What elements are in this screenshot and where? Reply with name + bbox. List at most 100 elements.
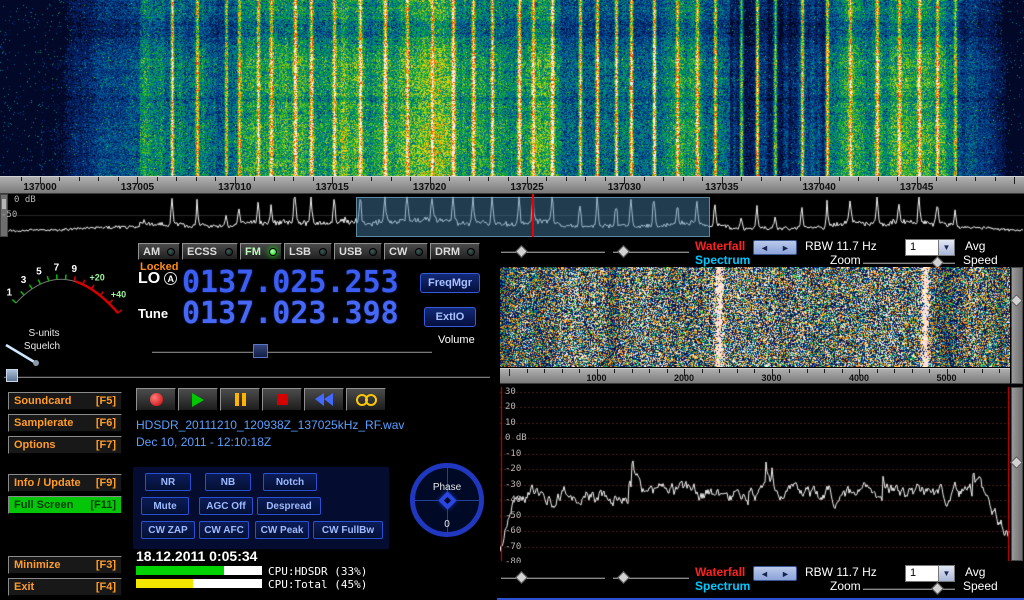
scale-tick bbox=[313, 177, 314, 181]
step-right-icon[interactable]: ► bbox=[781, 569, 790, 579]
db-label-20: 20 bbox=[505, 402, 516, 412]
rf-spectrum-display[interactable] bbox=[500, 387, 1010, 561]
playback-loop-button[interactable] bbox=[346, 388, 386, 411]
main-spectrum-display[interactable]: 0 dB -50 bbox=[0, 194, 1024, 237]
spectrum-gain-handle[interactable] bbox=[1010, 456, 1023, 469]
recording-date: Dec 10, 2011 - 12:10:18Z bbox=[136, 435, 271, 449]
mode-led-lsb bbox=[319, 248, 327, 256]
lo-frequency-value[interactable]: 0137.025.253 bbox=[182, 268, 399, 298]
dsp-button-agc-off[interactable]: AGC Off bbox=[199, 497, 253, 515]
waterfall-slider-a-bottom[interactable] bbox=[501, 576, 605, 579]
spectrum-scale-slider-handle[interactable] bbox=[2, 199, 6, 209]
menu-button-hotkey: [F4] bbox=[96, 581, 116, 593]
step-left-icon[interactable]: ◄ bbox=[760, 243, 769, 253]
rf-frequency-scale[interactable]: 10002000300040005000 bbox=[500, 368, 1010, 384]
freqmgr-button[interactable]: FreqMgr bbox=[420, 273, 480, 293]
main-frequency-scale[interactable]: 1370001370051370101370151370201370251370… bbox=[0, 176, 1024, 194]
squelch-label: Squelch bbox=[24, 341, 60, 352]
dsp-button-cw-afc[interactable]: CW AFC bbox=[199, 521, 249, 539]
waterfall-slider-b-bottom[interactable] bbox=[613, 576, 689, 579]
speed-slider-bottom[interactable] bbox=[863, 587, 955, 590]
playback-play-button[interactable] bbox=[178, 388, 218, 411]
waterfall-mode-top[interactable]: Waterfall bbox=[695, 240, 745, 253]
mode-button-usb[interactable]: USB bbox=[334, 243, 382, 260]
combo-arrow-icon[interactable]: ▼ bbox=[938, 240, 954, 255]
scale-tick bbox=[702, 177, 703, 181]
dsp-button-nr[interactable]: NR bbox=[145, 473, 191, 491]
step-right-icon[interactable]: ► bbox=[781, 243, 790, 253]
volume-slider[interactable] bbox=[152, 344, 432, 358]
step-left-icon[interactable]: ◄ bbox=[760, 569, 769, 579]
menu-button-samplerate[interactable]: Samplerate[F6] bbox=[8, 414, 122, 432]
scale-label-137040: 137040 bbox=[803, 182, 836, 193]
menu-button-options[interactable]: Options[F7] bbox=[8, 436, 122, 454]
main-waterfall-display[interactable] bbox=[0, 0, 1024, 176]
menu-button-exit[interactable]: Exit[F4] bbox=[8, 578, 122, 596]
squelch-slider-handle[interactable] bbox=[6, 369, 18, 382]
extio-button[interactable]: ExtIO bbox=[424, 307, 476, 327]
menu-button-soundcard[interactable]: Soundcard[F5] bbox=[8, 392, 122, 410]
waterfall-slider-a-bottom-handle[interactable] bbox=[515, 571, 528, 584]
mode-led-am bbox=[167, 248, 175, 256]
svg-text:5: 5 bbox=[36, 267, 42, 278]
db-label-30: 30 bbox=[505, 387, 516, 397]
waterfall-contrast-handle[interactable] bbox=[1010, 294, 1023, 307]
waterfall-slider-b-bottom-handle[interactable] bbox=[617, 571, 630, 584]
mode-button-fm[interactable]: FM bbox=[240, 243, 282, 260]
avg-select-top[interactable]: 1▼ bbox=[905, 239, 955, 256]
dsp-button-despread[interactable]: Despread bbox=[257, 497, 321, 515]
waterfall-slider-b-top-handle[interactable] bbox=[617, 245, 630, 258]
zoom-label-bottom: Zoom bbox=[830, 580, 861, 593]
dsp-button-cw-fullbw[interactable]: CW FullBw bbox=[313, 521, 383, 539]
scale-tick bbox=[391, 177, 392, 181]
tune-frequency-value[interactable]: 0137.023.398 bbox=[182, 299, 399, 329]
menu-button-minimize[interactable]: Minimize[F3] bbox=[8, 556, 122, 574]
menu-button-label: Full Screen bbox=[14, 499, 73, 511]
volume-slider-handle[interactable] bbox=[253, 344, 268, 358]
tune-frequency-marker[interactable] bbox=[532, 194, 534, 237]
rf-waterfall-display[interactable] bbox=[500, 267, 1010, 367]
waterfall-slider-b-top[interactable] bbox=[613, 250, 689, 253]
combo-arrow-icon[interactable]: ▼ bbox=[938, 566, 954, 581]
scale-label-1000: 1000 bbox=[586, 373, 606, 383]
waterfall-slider-a-top-handle[interactable] bbox=[515, 245, 528, 258]
dsp-button-cw-peak[interactable]: CW Peak bbox=[255, 521, 309, 539]
waterfall-contrast-slider[interactable] bbox=[1011, 267, 1023, 384]
waterfall-mode-bottom[interactable]: Waterfall bbox=[695, 566, 745, 579]
avg-label-top: Avg bbox=[965, 240, 985, 253]
playback-record-button[interactable] bbox=[136, 388, 176, 411]
playback-rewind-button[interactable] bbox=[304, 388, 344, 411]
mode-button-drm[interactable]: DRM bbox=[430, 243, 480, 260]
dsp-button-mute[interactable]: Mute bbox=[141, 497, 189, 515]
playback-stop-button[interactable] bbox=[262, 388, 302, 411]
cpu-total-bar bbox=[136, 579, 262, 588]
spectrum-mode-bottom[interactable]: Spectrum bbox=[695, 580, 750, 593]
playback-pause-button[interactable] bbox=[220, 388, 260, 411]
speed-slider-bottom-handle[interactable] bbox=[931, 582, 944, 595]
spectrum-mode-top[interactable]: Spectrum bbox=[695, 254, 750, 267]
mode-button-cw[interactable]: CW bbox=[384, 243, 428, 260]
phase-indicator[interactable]: Phase 0 bbox=[410, 463, 484, 537]
scale-tick bbox=[562, 369, 563, 373]
spectrum-gain-slider[interactable] bbox=[1011, 387, 1023, 561]
avg-select-bottom[interactable]: 1▼ bbox=[905, 565, 955, 582]
dsp-button-nb[interactable]: NB bbox=[205, 473, 251, 491]
zoom-step-buttons-top[interactable]: ◄► bbox=[753, 240, 797, 255]
menu-button-full-screen[interactable]: Full Screen[F11] bbox=[8, 496, 122, 514]
dsp-button-cw-zap[interactable]: CW ZAP bbox=[141, 521, 195, 539]
mode-led-ecss bbox=[225, 248, 233, 256]
lo-lock-badge[interactable]: A bbox=[164, 272, 177, 285]
tune-label: Tune bbox=[138, 307, 168, 321]
mode-button-ecss[interactable]: ECSS bbox=[182, 243, 238, 260]
scale-tick bbox=[614, 369, 615, 373]
speed-slider-top[interactable] bbox=[863, 261, 955, 264]
squelch-slider[interactable] bbox=[4, 369, 490, 383]
zoom-step-buttons-bottom[interactable]: ◄► bbox=[753, 566, 797, 581]
mode-button-am[interactable]: AM bbox=[138, 243, 180, 260]
volume-label: Volume bbox=[438, 334, 475, 346]
mode-button-lsb[interactable]: LSB bbox=[284, 243, 332, 260]
scale-tick bbox=[789, 369, 790, 373]
dsp-button-notch[interactable]: Notch bbox=[263, 473, 317, 491]
menu-button-info-update[interactable]: Info / Update[F9] bbox=[8, 474, 122, 492]
waterfall-slider-a-top[interactable] bbox=[501, 250, 605, 253]
